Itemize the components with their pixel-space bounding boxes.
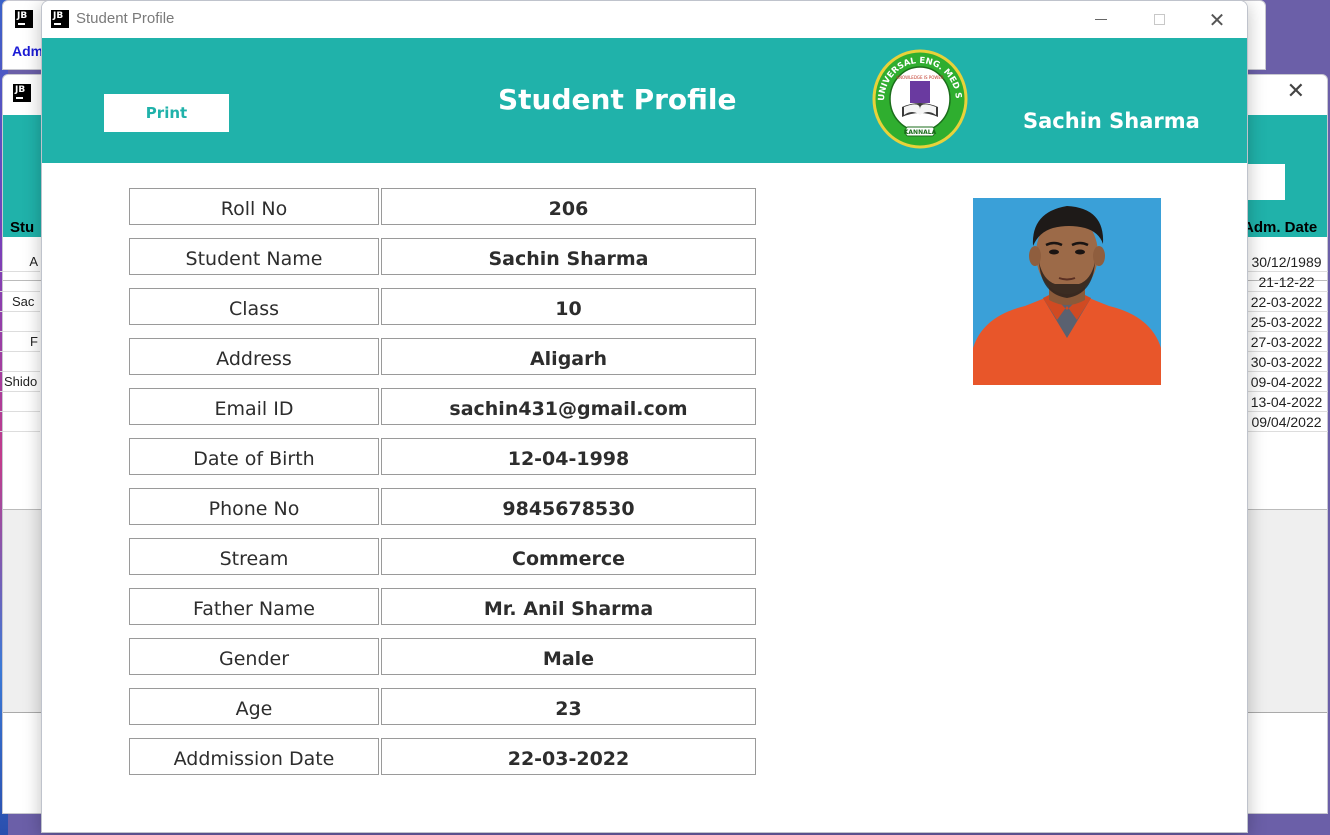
field-label: Student Name [129,238,379,275]
header-student-name: Sachin Sharma [1023,109,1200,133]
field-label: Stream [129,538,379,575]
school-logo: UNIVERSAL ENG. MED SCHOOL KNOWLEDGE IS P… [872,49,968,149]
field-value: 22-03-2022 [381,738,756,775]
field-label: Address [129,338,379,375]
background-column-header-adm-date[interactable]: Adm. Date [1243,219,1317,236]
table-cell[interactable]: Sac [0,292,40,312]
table-cell[interactable]: 09/04/2022 [1244,412,1328,432]
profile-row-roll-no: Roll No 206 [129,188,756,225]
table-cell[interactable] [0,392,40,412]
profile-row-father-name: Father Name Mr. Anil Sharma [129,588,756,625]
close-button[interactable]: ✕ [1188,1,1246,38]
table-cell[interactable] [0,352,40,372]
profile-row-student-name: Student Name Sachin Sharma [129,238,756,275]
table-cell[interactable]: Shido [0,372,40,392]
jetbrains-icon: JB [51,10,69,28]
print-button[interactable]: Print [104,94,229,132]
window-title: Student Profile [76,10,175,27]
profile-row-gender: Gender Male [129,638,756,675]
jetbrains-icon: JB [15,10,33,28]
title-bar[interactable]: JB Student Profile ✕ [42,1,1247,38]
table-cell[interactable]: 30-03-2022 [1244,352,1328,372]
profile-row-email: Email ID sachin431@gmail.com [129,388,756,425]
field-label: Phone No [129,488,379,525]
field-value: Male [381,638,756,675]
profile-row-admission-date: Addmission Date 22-03-2022 [129,738,756,775]
page-title: Student Profile [498,83,737,116]
maximize-icon [1153,14,1165,25]
close-icon: ✕ [1208,7,1226,32]
logo-bottom-text: KANNALA [904,129,937,136]
table-cell[interactable]: 09-04-2022 [1244,372,1328,392]
table-cell[interactable] [0,312,40,332]
profile-row-age: Age 23 [129,688,756,725]
table-cell[interactable]: 30/12/1989 [1244,252,1328,272]
table-cell[interactable] [0,412,40,432]
field-label: Email ID [129,388,379,425]
field-label: Class [129,288,379,325]
background-close-icon[interactable]: ✕ [1287,79,1305,104]
background-column-header-student[interactable]: Stu [10,219,34,236]
field-label: Addmission Date [129,738,379,775]
student-photo [973,198,1161,385]
profile-row-address: Address Aligarh [129,338,756,375]
student-profile-window: JB Student Profile ✕ Print Student Profi… [41,0,1248,833]
field-value: Aligarh [381,338,756,375]
profile-row-class: Class 10 [129,288,756,325]
field-value: 9845678530 [381,488,756,525]
background-adm-date-column: 30/12/1989 21-12-22 22-03-2022 25-03-202… [1244,252,1328,432]
background-left-column: A Sac F Shido [0,252,40,432]
profile-row-phone: Phone No 9845678530 [129,488,756,525]
logo-motto: KNOWLEDGE IS POWER [896,75,943,80]
field-label: Age [129,688,379,725]
field-value: Sachin Sharma [381,238,756,275]
table-cell[interactable]: 22-03-2022 [1244,292,1328,312]
field-label: Date of Birth [129,438,379,475]
field-value: Commerce [381,538,756,575]
minimize-button[interactable] [1072,1,1130,38]
profile-row-stream: Stream Commerce [129,538,756,575]
background-menu-text[interactable]: Adm [12,43,43,59]
field-value: 12-04-1998 [381,438,756,475]
jetbrains-icon: JB [13,84,31,102]
field-value: 206 [381,188,756,225]
table-cell[interactable] [0,272,40,292]
field-value: sachin431@gmail.com [381,388,756,425]
field-label: Roll No [129,188,379,225]
table-cell[interactable]: A [0,252,40,272]
table-cell[interactable]: 25-03-2022 [1244,312,1328,332]
profile-row-date-of-birth: Date of Birth 12-04-1998 [129,438,756,475]
profile-header: Print Student Profile UNIVERSAL ENG. MED… [42,38,1247,163]
table-cell[interactable]: 21-12-22 [1244,272,1328,292]
field-label: Father Name [129,588,379,625]
field-value: 23 [381,688,756,725]
maximize-button[interactable] [1130,1,1188,38]
minimize-icon [1095,19,1107,20]
field-value: 10 [381,288,756,325]
table-cell[interactable]: 27-03-2022 [1244,332,1328,352]
field-value: Mr. Anil Sharma [381,588,756,625]
table-cell[interactable]: F [0,332,40,352]
field-label: Gender [129,638,379,675]
table-cell[interactable]: 13-04-2022 [1244,392,1328,412]
